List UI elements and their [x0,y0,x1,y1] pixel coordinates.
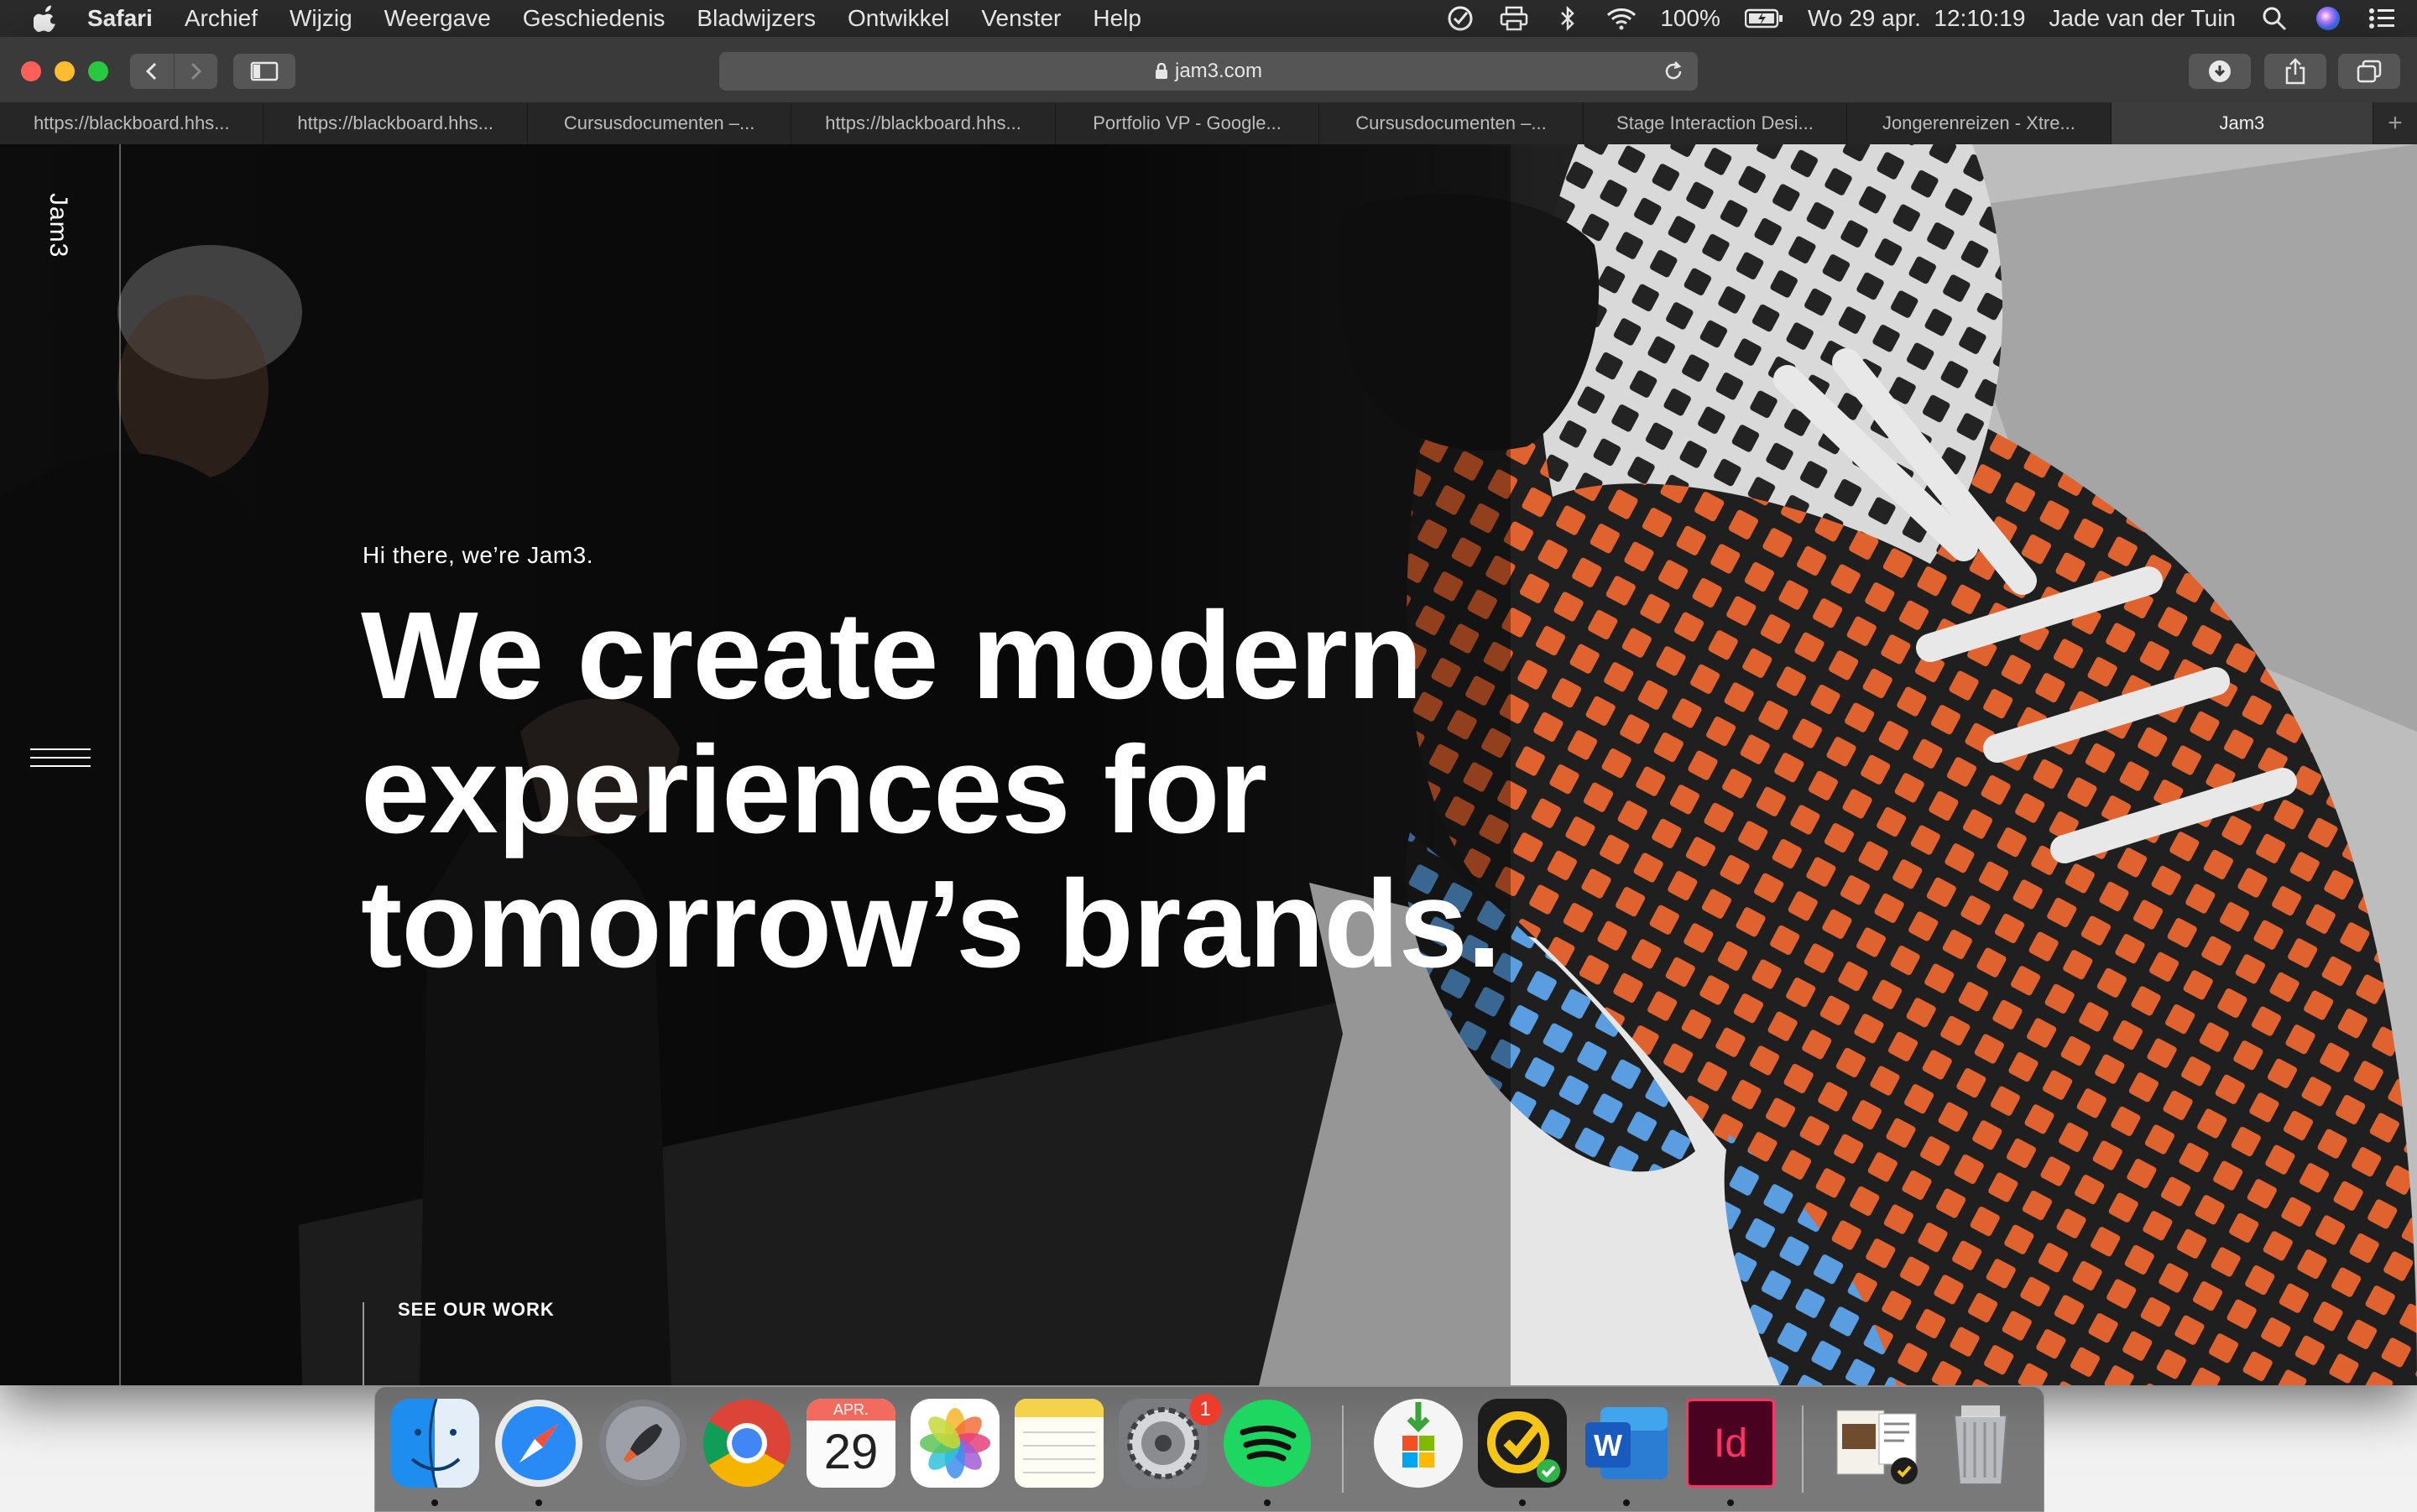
spotify-running-indicator [1264,1499,1271,1506]
headline-line-3: tomorrow’s brands. [361,855,1501,993]
headline-line-1: We create modern [361,587,1423,725]
menu-venster[interactable]: Venster [981,5,1061,32]
user-name[interactable]: Jade van der Tuin [2049,5,2236,32]
tab-cursusdocumenten-2[interactable]: Cursusdocumenten –... [1319,102,1584,144]
norton-icon[interactable] [1478,1399,1567,1488]
notes-icon[interactable] [1015,1399,1104,1488]
forward-button[interactable] [173,54,218,89]
new-tab-button[interactable]: + [2373,102,2417,144]
menu-app-safari[interactable]: Safari [87,5,153,32]
dock-separator [1342,1405,1344,1493]
svg-text:Id: Id [1714,1421,1747,1466]
chrome-icon[interactable] [702,1399,791,1488]
lock-icon [1155,63,1168,80]
finder-running-indicator [431,1499,438,1506]
menu-help[interactable]: Help [1093,5,1141,32]
wifi-icon[interactable] [1606,3,1637,34]
battery-icon[interactable] [1744,3,1784,34]
show-all-tabs-button[interactable] [2338,54,2400,89]
browser-toolbar: jam3.com [0,37,2417,103]
tabs-overview-icon [2357,60,2382,83]
tab-jongerenreizen[interactable]: Jongerenreizen - Xtre... [1847,102,2112,144]
notification-center-icon[interactable] [2367,3,2397,34]
calendar-icon[interactable]: APR. 29 [807,1399,895,1488]
photos-icon[interactable] [911,1399,1000,1488]
menu-geschiedenis[interactable]: Geschiedenis [523,5,666,32]
word-running-indicator [1623,1499,1630,1506]
svg-text:W: W [1594,1428,1622,1462]
printer-icon[interactable] [1499,3,1529,34]
tab-cursusdocumenten-1[interactable]: Cursusdocumenten –... [527,102,792,144]
stack-icon[interactable] [1832,1399,1921,1488]
hero-headline: We create modern experiences for tomorro… [361,589,1620,992]
web-page: Jam3 Hi there, we’re Jam3. We create mod… [0,144,2417,1385]
safari-running-indicator [535,1499,542,1506]
jam3-logo[interactable]: Jam3 [44,193,72,258]
tab-blackboard-1[interactable]: https://blackboard.hhs... [0,102,264,144]
fullscreen-window-button[interactable] [88,61,108,81]
tab-jam3[interactable]: Jam3 [2111,102,2374,144]
siri-icon[interactable] [2313,3,2343,34]
intro-text: Hi there, we’re Jam3. [363,542,594,568]
menubar-status-area: 100% Wo 29 apr. 12:10:19 Jade van der Tu… [1445,0,2397,37]
back-button[interactable] [130,54,174,89]
menu-wijzig[interactable]: Wijzig [290,5,352,32]
norton-running-indicator [1519,1499,1526,1506]
launchpad-icon[interactable] [598,1399,687,1488]
sidebar-toggle-button[interactable] [233,54,295,89]
headline-line-2: experiences for [361,721,1267,859]
menu-ontwikkel[interactable]: Ontwikkel [848,5,949,32]
tab-blackboard-3[interactable]: https://blackboard.hhs... [791,102,1056,144]
menu-bladwijzers[interactable]: Bladwijzers [697,5,816,32]
tab-stage-interaction[interactable]: Stage Interaction Desi... [1583,102,1848,144]
site-side-nav: Jam3 [0,144,121,1385]
sidebar-icon [250,61,279,81]
reload-icon[interactable] [1663,60,1684,89]
finder-icon[interactable] [390,1399,479,1488]
battery-percentage: 100% [1660,5,1720,31]
hamburger-menu-icon[interactable] [30,748,91,777]
share-button[interactable] [2264,54,2326,89]
navigation-buttons [130,54,217,89]
chevron-left-icon [145,62,156,81]
share-icon [2285,58,2305,85]
calendar-month: APR. [807,1399,895,1421]
cta-divider [363,1302,364,1385]
menu-weergave[interactable]: Weergave [384,5,491,32]
indesign-running-indicator [1727,1499,1734,1506]
menu-archief[interactable]: Archief [185,5,258,32]
tab-portfolio-vp[interactable]: Portfolio VP - Google... [1055,102,1320,144]
address-bar[interactable]: jam3.com [719,52,1698,91]
safari-icon[interactable] [494,1399,583,1488]
dock: APR. 29 1 W Id [374,1386,2044,1512]
microsoft-store-icon[interactable] [1374,1399,1463,1488]
clock[interactable]: Wo 29 apr. 12:10:19 [1808,5,2025,32]
url-text: jam3.com [1174,60,1263,82]
chevron-right-icon [191,62,202,81]
downloads-button[interactable] [2189,54,2251,89]
see-our-work-link[interactable]: SEE OUR WORK [398,1299,555,1321]
menu-bar: Safari Archief Wijzig Weergave Geschiede… [0,0,2417,37]
tab-bar: https://blackboard.hhs... https://blackb… [0,102,2417,145]
dock-separator-2 [1802,1405,1804,1493]
close-window-button[interactable] [21,61,41,81]
spotlight-search-icon[interactable] [2259,3,2289,34]
minimize-window-button[interactable] [55,61,75,81]
download-icon [2209,60,2231,82]
system-preferences-badge: 1 [1189,1394,1221,1426]
bluetooth-icon[interactable] [1553,3,1583,34]
safari-window: jam3.com https://blackboard.hhs... https… [0,37,2417,1385]
spotify-icon[interactable] [1223,1399,1312,1488]
tab-blackboard-2[interactable]: https://blackboard.hhs... [264,102,528,144]
trash-icon[interactable] [1936,1399,2025,1488]
norton-status-icon[interactable] [1445,3,1475,34]
calendar-day: 29 [823,1425,879,1479]
word-icon[interactable]: W [1582,1399,1671,1488]
indesign-icon[interactable]: Id [1686,1399,1775,1488]
apple-menu-icon[interactable] [34,4,59,33]
